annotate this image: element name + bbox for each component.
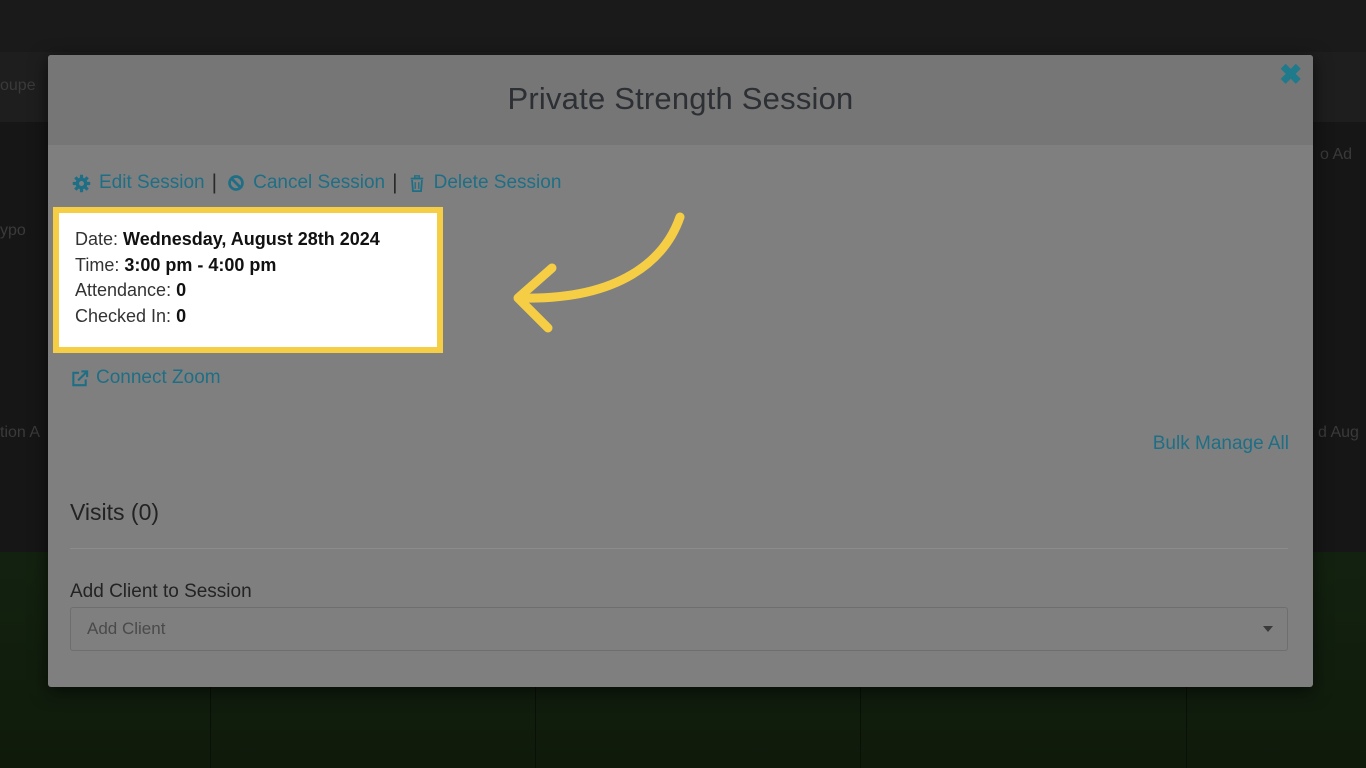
visits-heading: Visits (0)	[70, 499, 160, 525]
annotation-arrow-icon	[513, 212, 685, 333]
session-attendance: Attendance: 0	[75, 280, 186, 301]
time-value: 3:00 pm - 4:00 pm	[124, 255, 277, 275]
add-client-select[interactable]: Add Client	[70, 607, 1288, 651]
date-value: Wednesday, August 28th 2024	[123, 229, 380, 249]
time-label: Time:	[75, 255, 120, 275]
edit-session-link[interactable]: Edit Session	[72, 172, 205, 194]
background-text-fragment: d Aug	[1318, 424, 1359, 441]
gear-icon	[72, 174, 91, 192]
modal-header: Private Strength Session	[48, 55, 1313, 145]
add-client-label: Add Client to Session	[70, 581, 252, 602]
chevron-down-icon	[1263, 626, 1273, 632]
background-text-fragment: o Ad	[1320, 146, 1353, 163]
delete-session-label: Delete Session	[433, 172, 562, 193]
session-info-box: Date: Wednesday, August 28th 2024 Time: …	[53, 207, 443, 353]
checked-in-label: Checked In:	[75, 306, 172, 326]
edit-session-label: Edit Session	[99, 172, 205, 193]
external-link-icon	[72, 369, 89, 386]
session-time: Time: 3:00 pm - 4:00 pm	[75, 255, 276, 276]
modal-title: Private Strength Session	[507, 81, 854, 116]
action-separator: |	[211, 171, 218, 194]
session-modal: Private Strength Session ✖ Edit Session	[48, 55, 1313, 687]
background-topbar	[0, 0, 1366, 52]
session-actions: Edit Session | Cancel Session | Delete S…	[72, 171, 561, 195]
attendance-value: 0	[176, 280, 187, 300]
delete-session-link[interactable]: Delete Session	[408, 172, 562, 194]
connect-zoom-link[interactable]: Connect Zoom	[70, 367, 221, 389]
action-separator: |	[392, 171, 398, 194]
background-text-fragment: tion A	[0, 424, 41, 441]
ban-icon	[228, 175, 244, 191]
add-client-placeholder: Add Client	[87, 619, 166, 638]
attendance-label: Attendance:	[75, 280, 172, 300]
checked-in-value: 0	[176, 306, 187, 326]
background-text-fragment: ypo	[0, 222, 26, 239]
close-icon[interactable]: ✖	[1279, 61, 1303, 89]
date-label: Date:	[75, 229, 119, 249]
session-date: Date: Wednesday, August 28th 2024	[75, 229, 380, 250]
divider	[70, 548, 1288, 549]
trash-icon	[410, 174, 423, 192]
cancel-session-label: Cancel Session	[253, 172, 386, 193]
session-checked-in: Checked In: 0	[75, 306, 186, 327]
background-text-fragment: oupe	[0, 77, 36, 94]
bulk-manage-all-link[interactable]: Bulk Manage All	[1153, 433, 1289, 455]
connect-zoom-label: Connect Zoom	[96, 367, 221, 388]
cancel-session-link[interactable]: Cancel Session	[227, 172, 385, 194]
